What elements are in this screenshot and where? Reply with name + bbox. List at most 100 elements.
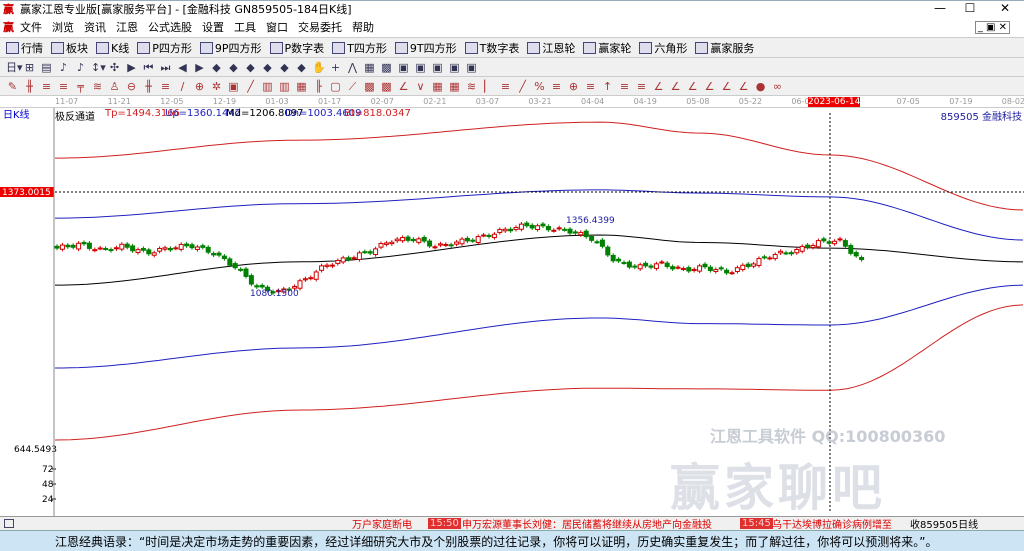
menu-item[interactable]: 交易委托 [298, 19, 342, 35]
news-item[interactable]: 申万宏源董事长刘健：居民储蓄将继续从房地产向金融投 [462, 516, 712, 531]
toolbar-button-p-square[interactable]: P四方形 [137, 40, 192, 56]
draw-tool-icon[interactable]: ⊕ [567, 80, 580, 93]
tool-icon[interactable]: ♪ [74, 61, 87, 74]
toolbar-button-pn[interactable]: P数字表 [269, 40, 324, 56]
close-button[interactable]: ✕ [990, 1, 1020, 15]
menu-item[interactable]: 资讯 [84, 19, 106, 35]
draw-tool-icon[interactable]: ⊖ [125, 80, 138, 93]
draw-tool-icon[interactable]: ✲ [210, 80, 223, 93]
draw-tool-icon[interactable]: ≡ [550, 80, 563, 93]
draw-tool-icon[interactable]: ≡ [618, 80, 631, 93]
toolbar-button-winner-wheel[interactable]: 赢家轮 [583, 40, 631, 56]
draw-tool-icon[interactable]: ✎ [6, 80, 19, 93]
tool-icon[interactable]: ▣ [448, 61, 461, 74]
tool-icon[interactable]: ⏮ [142, 61, 155, 74]
tool-icon[interactable]: ♪ [57, 61, 70, 74]
maximize-button[interactable]: ☐ [955, 1, 985, 15]
tool-icon[interactable]: ▣ [465, 61, 478, 74]
draw-tool-icon[interactable]: ╫ [23, 80, 36, 93]
tool-icon[interactable]: ▶ [125, 61, 138, 74]
draw-tool-icon[interactable]: ▥ [261, 80, 274, 93]
status-icon[interactable] [4, 519, 14, 528]
draw-tool-icon[interactable]: ▩ [380, 80, 393, 93]
draw-tool-icon[interactable]: ∠ [737, 80, 750, 93]
menu-item[interactable]: 文件 [20, 19, 42, 35]
draw-tool-icon[interactable]: ∠ [669, 80, 682, 93]
menu-item[interactable]: 公式选股 [148, 19, 192, 35]
toolbar-button-tn[interactable]: T数字表 [464, 40, 519, 56]
draw-tool-icon[interactable]: ▏ [482, 80, 495, 93]
tool-icon[interactable]: ⋀ [346, 61, 359, 74]
tool-icon[interactable]: ▣ [397, 61, 410, 74]
draw-tool-icon[interactable]: ≡ [584, 80, 597, 93]
tool-icon[interactable]: ⏭ [159, 61, 172, 74]
draw-tool-icon[interactable]: ▦ [431, 80, 444, 93]
news-item[interactable]: 万户家庭断电 [352, 516, 412, 531]
menu-item[interactable]: 帮助 [352, 19, 374, 35]
tool-icon[interactable]: + [329, 61, 342, 74]
menu-item[interactable]: 设置 [202, 19, 224, 35]
draw-tool-icon[interactable]: ╱ [516, 80, 529, 93]
toolbar-button-t-square[interactable]: T四方形 [332, 40, 387, 56]
draw-tool-icon[interactable]: ▦ [295, 80, 308, 93]
draw-tool-icon[interactable]: ▩ [363, 80, 376, 93]
draw-tool-icon[interactable]: ∕ [176, 80, 189, 93]
draw-tool-icon[interactable]: ≋ [465, 80, 478, 93]
tool-icon[interactable]: ▤ [40, 61, 53, 74]
toolbar-button-dollar[interactable]: 赢家服务 [695, 40, 754, 56]
draw-tool-icon[interactable]: ╤ [74, 80, 87, 93]
toolbar-button-grid[interactable]: 行情 [6, 40, 43, 56]
draw-tool-icon[interactable]: ∠ [686, 80, 699, 93]
tool-icon[interactable]: ✋ [312, 61, 326, 74]
tool-icon[interactable]: ⊞ [23, 61, 36, 74]
news-item[interactable]: 乌干达埃博拉确诊病例增至 [772, 516, 892, 531]
menu-item[interactable]: 窗口 [266, 19, 288, 35]
tool-icon[interactable]: ✣ [108, 61, 121, 74]
period-label[interactable]: 日K线 [3, 106, 30, 121]
mdi-controls[interactable]: _ ▣ ✕ [974, 20, 1010, 34]
draw-tool-icon[interactable]: ≡ [499, 80, 512, 93]
draw-tool-icon[interactable]: ● [754, 80, 767, 93]
toolbar-button-9p[interactable]: 9P四方形 [199, 40, 262, 56]
tool-icon[interactable]: ◆ [295, 61, 308, 74]
draw-tool-icon[interactable]: ╟ [312, 80, 325, 93]
tool-icon[interactable]: ▦ [363, 61, 376, 74]
draw-tool-icon[interactable]: ▦ [448, 80, 461, 93]
toolbar-button-hexagon[interactable]: 六角形 [639, 40, 687, 56]
draw-tool-icon[interactable]: ∠ [652, 80, 665, 93]
toolbar-button-candle[interactable]: K线 [96, 40, 129, 56]
tool-icon[interactable]: ◆ [278, 61, 291, 74]
draw-tool-icon[interactable]: ⟋ [346, 80, 359, 93]
tool-icon[interactable]: ◆ [261, 61, 274, 74]
toolbar-button-9t[interactable]: 9T四方形 [394, 40, 457, 56]
draw-tool-icon[interactable]: % [533, 80, 546, 93]
draw-tool-icon[interactable]: ∨ [414, 80, 427, 93]
draw-tool-icon[interactable]: ╱ [244, 80, 257, 93]
draw-tool-icon[interactable]: ⊕ [193, 80, 206, 93]
draw-tool-icon[interactable]: ≡ [159, 80, 172, 93]
tool-icon[interactable]: ◆ [210, 61, 223, 74]
toolbar-button-blocks[interactable]: 板块 [51, 40, 88, 56]
tool-icon[interactable]: ↕▾ [91, 61, 106, 74]
toolbar-button-wheel[interactable]: 江恩轮 [527, 40, 575, 56]
tool-icon[interactable]: ▣ [414, 61, 427, 74]
tool-icon[interactable]: ◀ [176, 61, 189, 74]
draw-tool-icon[interactable]: ▢ [329, 80, 342, 93]
draw-tool-icon[interactable]: ↑ [601, 80, 614, 93]
tool-icon[interactable]: ◆ [244, 61, 257, 74]
draw-tool-icon[interactable]: ▣ [227, 80, 240, 93]
draw-tool-icon[interactable]: ≡ [57, 80, 70, 93]
tool-icon[interactable]: ◆ [227, 61, 240, 74]
draw-tool-icon[interactable]: ∠ [703, 80, 716, 93]
tool-icon[interactable]: ▶ [193, 61, 206, 74]
menu-item[interactable]: 江恩 [116, 19, 138, 35]
draw-tool-icon[interactable]: ♙ [108, 80, 121, 93]
tool-icon[interactable]: ▣ [431, 61, 444, 74]
draw-tool-icon[interactable]: ╫ [142, 80, 155, 93]
draw-tool-icon[interactable]: ∞ [771, 80, 784, 93]
draw-tool-icon[interactable]: ▥ [278, 80, 291, 93]
tool-icon[interactable]: 日▾ [6, 61, 23, 74]
menu-item[interactable]: 工具 [234, 19, 256, 35]
draw-tool-icon[interactable]: ≡ [635, 80, 648, 93]
draw-tool-icon[interactable]: ≋ [91, 80, 104, 93]
